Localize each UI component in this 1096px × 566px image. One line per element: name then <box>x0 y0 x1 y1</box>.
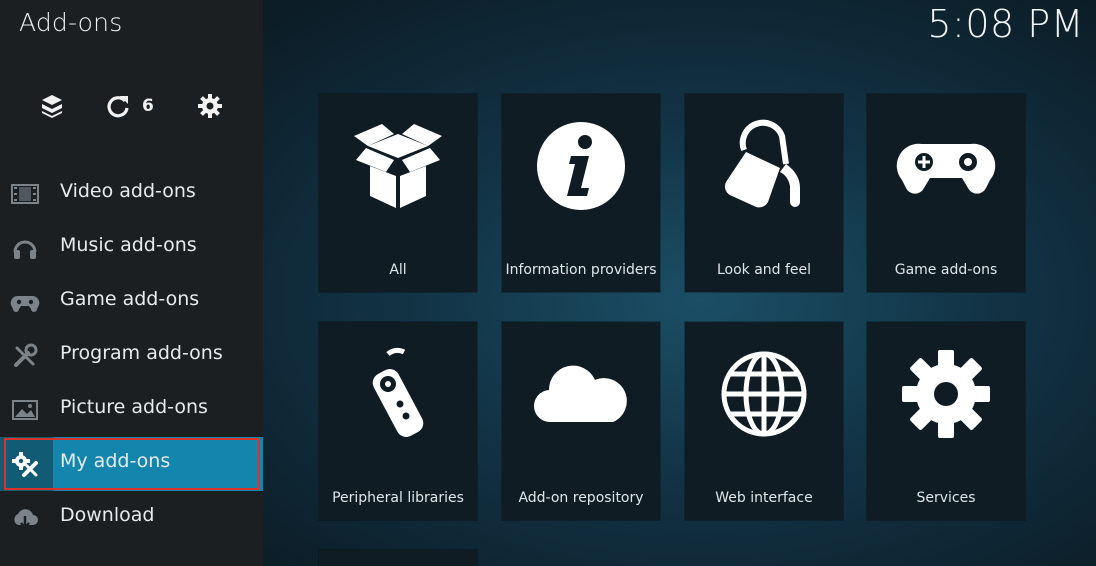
info-icon <box>502 116 660 226</box>
category-tile-partial[interactable] <box>319 550 477 566</box>
open-box-icon <box>319 116 477 226</box>
sidebar-item-label: Picture add-ons <box>60 396 208 418</box>
sidebar: Add-ons 6 Video add-ons Music add-ons Ga… <box>0 0 263 566</box>
category-tile-look-and-feel[interactable]: Look and feel <box>685 94 843 292</box>
picture-icon <box>10 395 40 425</box>
sidebar-menu: Video add-ons Music add-ons Game add-ons <box>0 167 263 545</box>
sidebar-item-label: Game add-ons <box>60 288 200 310</box>
category-tile-addon-repository[interactable]: Add-on repository <box>502 322 660 520</box>
sidebar-item-label: Music add-ons <box>60 234 197 256</box>
headphones-icon <box>10 233 40 263</box>
gear-icon <box>198 94 222 118</box>
sidebar-item-picture-addons[interactable]: Picture add-ons <box>0 383 263 437</box>
remote-icon <box>319 344 477 454</box>
sidebar-toolbar: 6 <box>0 92 263 122</box>
gear-icon <box>867 344 1025 454</box>
film-icon <box>10 179 40 209</box>
sidebar-item-game-addons[interactable]: Game add-ons <box>0 275 263 329</box>
category-label: Web interface <box>715 490 813 506</box>
category-tile-all[interactable]: All <box>319 94 477 292</box>
gamepad-icon <box>10 287 40 317</box>
check-updates-button[interactable] <box>104 92 132 120</box>
refresh-icon <box>107 96 129 118</box>
category-label: Add-on repository <box>518 490 644 506</box>
update-count-badge: 6 <box>142 96 154 116</box>
tools-icon <box>10 341 40 371</box>
sidebar-item-label: Video add-ons <box>60 180 196 202</box>
paint-bucket-icon <box>685 116 843 226</box>
my-addons-icon <box>10 449 40 479</box>
globe-icon <box>685 344 843 454</box>
sidebar-item-music-addons[interactable]: Music add-ons <box>0 221 263 275</box>
settings-button[interactable] <box>196 92 224 120</box>
cloud-download-icon <box>10 503 40 533</box>
category-tile-web-interface[interactable]: Web interface <box>685 322 843 520</box>
category-label: All <box>389 262 407 278</box>
sidebar-item-program-addons[interactable]: Program add-ons <box>0 329 263 383</box>
clock: 5:08 PM <box>927 2 1084 46</box>
category-label: Game add-ons <box>894 262 998 278</box>
category-tile-services[interactable]: Services <box>867 322 1025 520</box>
category-tile-information-providers[interactable]: Information providers <box>502 94 660 292</box>
sidebar-item-video-addons[interactable]: Video add-ons <box>0 167 263 221</box>
sidebar-item-label: Program add-ons <box>60 342 223 364</box>
page-title: Add-ons <box>19 8 123 37</box>
sidebar-item-download[interactable]: Download <box>0 491 263 545</box>
install-from-zip-button[interactable] <box>38 92 66 120</box>
sidebar-item-label: Download <box>60 504 155 526</box>
sidebar-item-my-addons[interactable]: My add-ons <box>0 437 263 491</box>
category-tile-peripheral-libraries[interactable]: Peripheral libraries <box>319 322 477 520</box>
category-tile-game-addons[interactable]: Game add-ons <box>867 94 1025 292</box>
gamepad-icon <box>867 116 1025 226</box>
sidebar-item-label: My add-ons <box>60 450 171 472</box>
cloud-icon <box>502 344 660 454</box>
category-label: Look and feel <box>716 262 812 278</box>
category-label: Services <box>916 490 976 506</box>
category-label: Information providers <box>505 262 657 278</box>
category-label: Peripheral libraries <box>332 490 464 506</box>
box-icon <box>42 95 62 118</box>
